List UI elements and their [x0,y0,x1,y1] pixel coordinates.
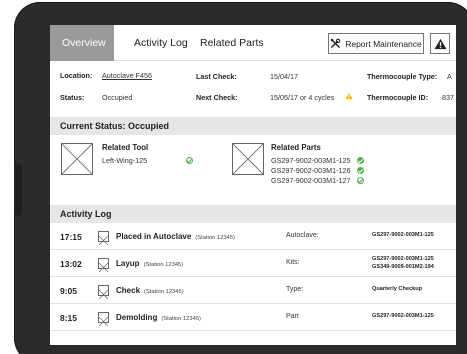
status-label: Status: [60,93,85,102]
warning-icon [345,92,353,100]
last-check-value: 15/04/17 [270,72,298,81]
report-maintenance-label: Report Maintenance [345,38,422,49]
activity-action: Demolding [116,313,158,322]
tab-activity-log[interactable]: Activity Log [134,25,188,61]
status-value: Occupied [102,93,133,102]
parts-image-placeholder [232,143,264,175]
activity-value: Quarterly Checkup [372,286,423,292]
check-outline-icon [357,177,364,184]
activity-station: (Station 12345) [144,289,184,295]
activity-title: Demolding (Station 12345) [116,313,201,322]
activity-value: GS297-9002-003M1-125 GS349-9009-001M2-194 [372,255,434,271]
tool-image-placeholder [61,143,93,175]
activity-time: 9:05 [60,286,78,296]
next-check-value: 15/05/17 or 4 cycles [270,93,335,102]
activity-title: Placed in Autoclave (Station 12345) [116,232,235,241]
thermocouple-id-value: 837 [442,93,454,102]
tablet-side-button [14,164,22,216]
activity-action: Placed in Autoclave [116,232,192,241]
next-check-label: Next Check: [196,93,238,102]
activity-station: (Station 12345) [143,262,184,268]
activity-value-line: GS297-9002-003M1-125 [372,256,434,262]
image-placeholder-icon [98,312,109,327]
check-outline-icon [186,157,193,164]
activity-row[interactable]: 8:15 Demolding (Station 12345) Part GS297… [50,305,456,331]
tools-icon [331,38,341,48]
activity-action: Layup [116,259,140,268]
activity-time: 8:15 [60,313,78,323]
app-screen: Overview Activity Log Related Parts Repo… [50,25,456,345]
activity-value: GS297-9002-003M1-125 [372,232,434,238]
activity-log-header: Activity Log [50,205,456,223]
activity-title: Layup (Station 12345) [116,259,183,268]
thermocouple-type-value: A [447,72,452,81]
last-check-label: Last Check: [196,72,237,81]
activity-time: 13:02 [60,259,82,269]
current-status-header: Current Status: Occupied [50,117,456,135]
related-parts-title: Related Parts [271,143,321,152]
activity-station: (Station 12345) [161,316,201,322]
tab-bar: Overview Activity Log Related Parts Repo… [50,25,456,61]
report-maintenance-button[interactable]: Report Maintenance [328,33,424,54]
tab-related-parts[interactable]: Related Parts [200,25,264,61]
activity-key: Autoclave: [286,232,319,239]
activity-row[interactable]: 13:02 Layup (Station 12345) Kits: GS297-9… [50,251,456,277]
activity-value-line: GS349-9009-001M2-194 [372,264,434,270]
thermocouple-id-label: Thermocouple ID: [367,93,429,102]
related-tool-title: Related Tool [102,143,149,152]
tab-overview[interactable]: Overview [50,25,114,61]
activity-action: Check [116,286,141,295]
check-filled-icon [357,167,364,174]
activity-station: (Station 12345) [195,235,235,241]
image-placeholder-icon [98,285,109,300]
activity-row[interactable]: 9:05 Check (Station 12345) Type: Quarterl… [50,278,456,304]
image-placeholder-icon [98,258,109,273]
location-link[interactable]: Autoclave F456 [102,71,152,80]
location-label: Location: [60,71,93,80]
activity-key: Kits: [286,259,300,266]
activity-value: GS297-9002-003M1-125 [372,313,434,319]
related-part-item[interactable]: GS297-9002-003M1-125 [271,156,351,165]
info-panel: Location: Autoclave F456 Last Check: 15/… [50,65,456,115]
thermocouple-type-label: Thermocouple Type: [367,72,438,81]
image-placeholder-icon [233,144,263,174]
activity-time: 17:15 [60,232,82,242]
activity-key: Type: [286,286,304,293]
activity-row[interactable]: 17:15 Placed in Autoclave (Station 12345)… [50,224,456,250]
image-placeholder-icon [62,144,92,174]
alert-button[interactable] [430,33,450,54]
related-part-item[interactable]: GS297-9002-003M1-126 [271,166,351,175]
activity-title: Check (Station 12345) [116,286,184,295]
related-tool-value[interactable]: Left-Wing-125 [102,156,147,165]
image-placeholder-icon [98,231,109,246]
related-part-item[interactable]: GS297-9002-003M1-127 [271,176,351,185]
warning-icon [433,38,447,49]
activity-key: Part [286,313,299,320]
check-filled-icon [357,157,364,164]
